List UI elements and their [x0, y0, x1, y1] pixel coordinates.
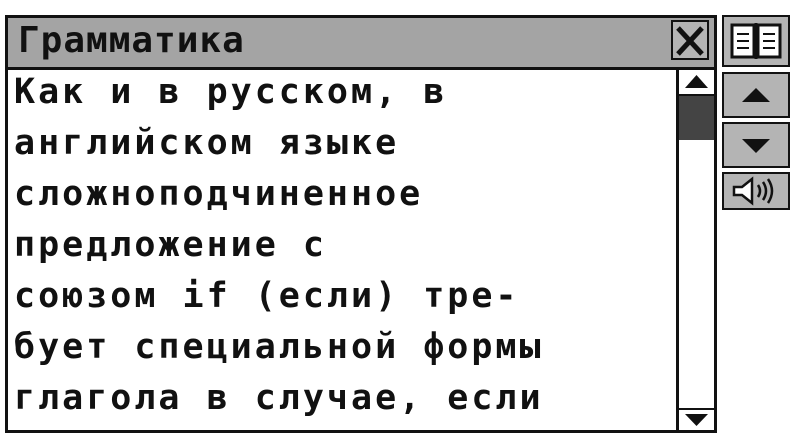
text-line: сложноподчиненное: [14, 174, 424, 214]
book-icon: [730, 23, 782, 59]
speaker-icon: [732, 176, 774, 206]
close-icon: [676, 26, 704, 56]
page-down-button[interactable]: [722, 122, 790, 168]
grammar-window: Грамматика Как и в русском, в английском…: [5, 15, 717, 433]
arrow-down-icon: [742, 139, 770, 153]
text-line: Как и в русском, в: [14, 72, 448, 112]
text-line: бует специальной формы: [14, 327, 544, 367]
text-line: английском языке: [14, 123, 400, 163]
scroll-down-arrow-icon: [685, 414, 708, 426]
dictionary-button[interactable]: [722, 15, 790, 67]
pronounce-button[interactable]: [722, 172, 790, 210]
scroll-down-button[interactable]: [679, 408, 714, 430]
window-title: Грамматика: [18, 20, 245, 61]
vertical-scrollbar[interactable]: [676, 70, 714, 430]
text-line: глагола в случае, если: [14, 378, 544, 418]
grammar-text: Как и в русском, в английском языке слож…: [8, 70, 676, 430]
scroll-thumb[interactable]: [679, 96, 714, 140]
arrow-up-icon: [742, 88, 770, 102]
scroll-up-arrow-icon: [685, 75, 708, 88]
text-line: предложение с: [14, 225, 327, 265]
title-bar: Грамматика: [8, 18, 714, 70]
page-up-button[interactable]: [722, 72, 790, 118]
text-line: союзом if (если) тре-: [14, 276, 520, 316]
close-button[interactable]: [671, 20, 709, 60]
scroll-up-button[interactable]: [679, 70, 714, 96]
